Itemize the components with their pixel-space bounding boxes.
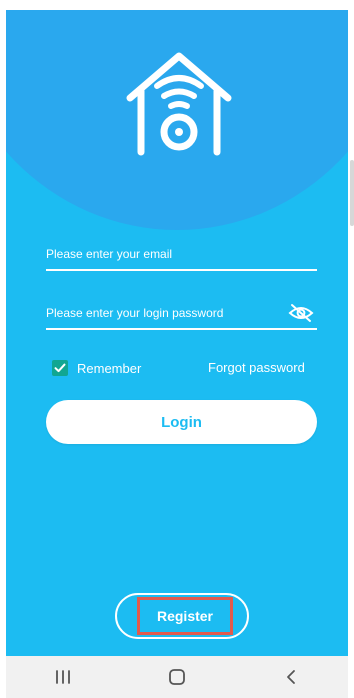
email-input[interactable] — [46, 243, 276, 265]
password-input[interactable] — [46, 302, 276, 324]
edge-panel-handle[interactable] — [350, 160, 354, 226]
back-button[interactable] — [261, 662, 321, 692]
remember-checkbox[interactable]: Remember — [52, 358, 141, 378]
login-button[interactable]: Login — [46, 400, 317, 444]
recents-button[interactable] — [33, 662, 93, 692]
back-icon — [287, 670, 295, 684]
forgot-password-link[interactable]: Forgot password — [208, 360, 305, 375]
remember-label: Remember — [77, 360, 142, 376]
home-button[interactable] — [147, 662, 207, 692]
home-wifi-camera-icon — [126, 52, 232, 156]
home-icon — [169, 669, 185, 685]
login-screen: Remember Forgot password Login Register — [6, 10, 348, 656]
email-field[interactable] — [46, 239, 317, 271]
checkbox-checked[interactable] — [52, 360, 68, 376]
navigation-bar — [6, 656, 348, 698]
register-button-outline[interactable]: Register — [115, 593, 249, 639]
recents-icon — [56, 670, 70, 684]
register-button[interactable]: Register — [137, 597, 233, 635]
password-field[interactable] — [46, 298, 317, 330]
eye-slash-icon[interactable] — [287, 302, 315, 324]
check-icon — [54, 363, 66, 373]
